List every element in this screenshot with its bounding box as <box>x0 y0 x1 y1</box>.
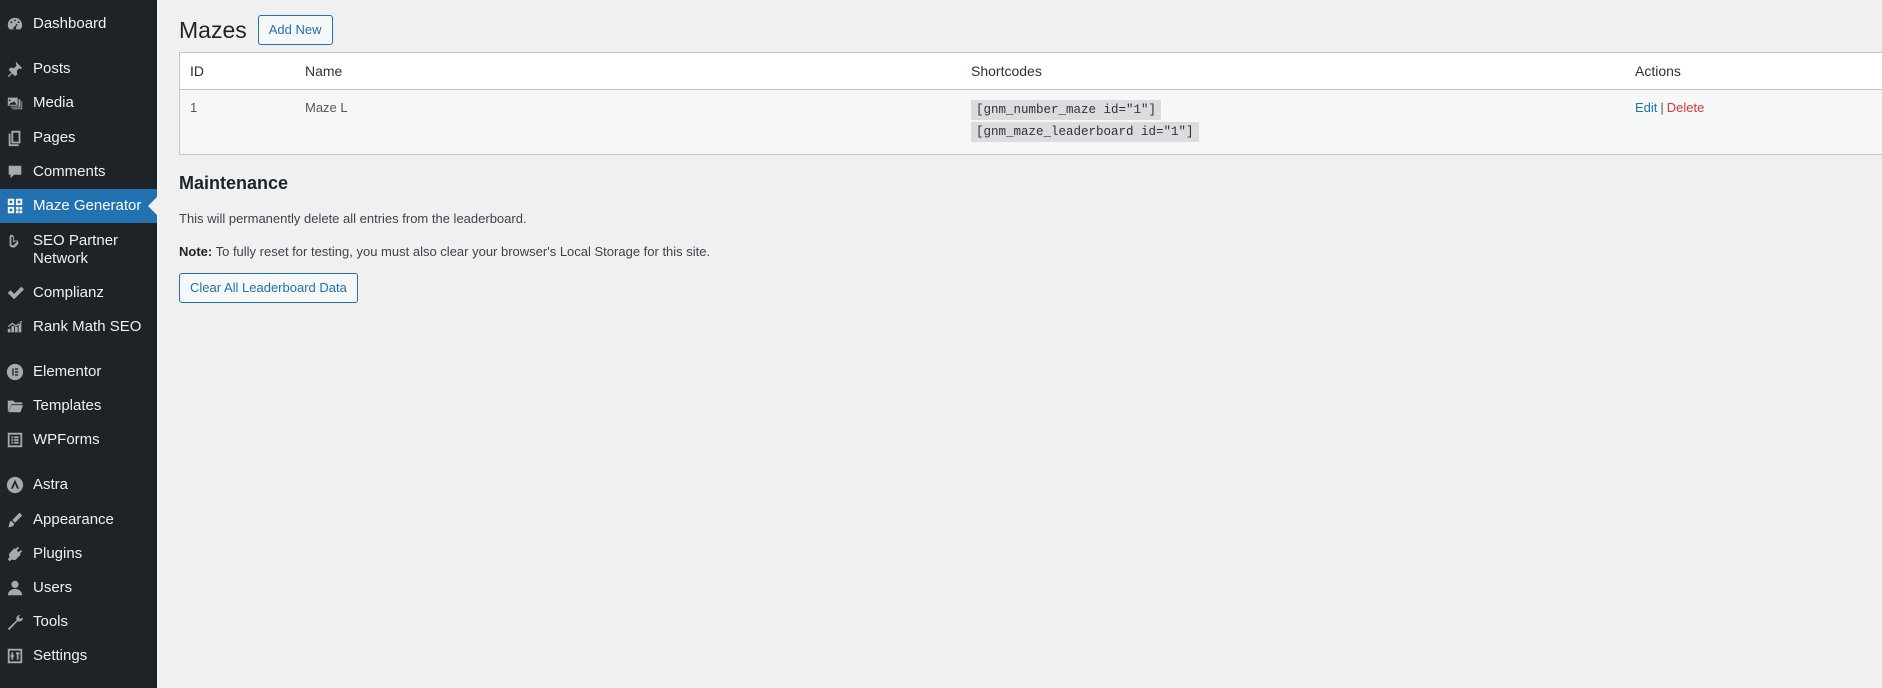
settings-icon <box>6 647 24 665</box>
sidebar-item-label: Comments <box>33 163 106 180</box>
sidebar-item-label: Appearance <box>33 511 114 528</box>
sidebar-item-seo-partner-network[interactable]: SEO Partner Network <box>0 226 157 278</box>
maintenance-heading: Maintenance <box>179 173 289 193</box>
admin-sidebar: Dashboard Posts Media Pages Comments Maz… <box>0 0 157 688</box>
note-label: Note: <box>179 244 213 259</box>
mazes-table: ID Name Shortcodes Actions 1 Maze L [gnm… <box>179 52 1882 155</box>
comment-icon <box>6 163 24 181</box>
sidebar-item-label: Plugins <box>33 545 83 562</box>
page-title: Mazes <box>179 17 247 43</box>
pages-icon <box>6 129 24 147</box>
sidebar-item-label: Users <box>33 579 73 596</box>
shortcode-number-maze[interactable]: [gnm_number_maze id="1"] <box>971 100 1162 120</box>
cell-shortcodes: [gnm_number_maze id="1"] [gnm_maze_leade… <box>961 89 1625 154</box>
sidebar-item-label: Pages <box>33 129 76 146</box>
sidebar-item-pages[interactable]: Pages <box>0 121 157 155</box>
sidebar-item-astra[interactable]: Astra <box>0 468 157 502</box>
grid-icon <box>6 197 24 215</box>
dashboard-icon <box>6 15 24 33</box>
sidebar-item-label: Media <box>33 94 74 111</box>
cell-actions: Edit | Delete <box>1625 89 1882 154</box>
astra-icon <box>6 476 24 494</box>
check-icon <box>6 284 24 302</box>
maintenance-description: This will permanently delete all entries… <box>179 211 527 226</box>
sidebar-item-media[interactable]: Media <box>0 86 157 120</box>
shortcode-leaderboard[interactable]: [gnm_maze_leaderboard id="1"] <box>971 122 1199 142</box>
sidebar-item-label: Templates <box>33 397 102 414</box>
sidebar-item-tools[interactable]: Tools <box>0 605 157 639</box>
page-header: Mazes Add New <box>179 14 333 46</box>
brush-icon <box>6 511 24 529</box>
add-new-button[interactable]: Add New <box>257 15 333 45</box>
edit-link[interactable]: Edit <box>1635 100 1657 115</box>
sidebar-item-label: SEO Partner Network <box>33 232 119 267</box>
sidebar-item-settings[interactable]: Settings <box>0 639 157 673</box>
note-text: To fully reset for testing, you must als… <box>212 244 711 259</box>
media-icon <box>6 94 24 112</box>
column-header-name[interactable]: Name <box>295 53 961 90</box>
sidebar-item-posts[interactable]: Posts <box>0 52 157 86</box>
pin-icon <box>6 60 24 78</box>
sidebar-item-label: Posts <box>33 60 71 77</box>
maintenance-note: Note: To fully reset for testing, you mu… <box>179 244 710 259</box>
sidebar-item-users[interactable]: Users <box>0 571 157 605</box>
sidebar-item-elementor[interactable]: Elementor <box>0 355 157 389</box>
sidebar-item-label: WPForms <box>33 431 100 448</box>
sidebar-item-comments[interactable]: Comments <box>0 155 157 189</box>
plug-icon <box>6 545 24 563</box>
sidebar-item-label: Dashboard <box>33 15 107 32</box>
column-header-shortcodes[interactable]: Shortcodes <box>961 53 1625 90</box>
leaf-icon <box>6 232 24 250</box>
cell-name: Maze L <box>295 89 961 154</box>
wrench-icon <box>6 613 24 631</box>
delete-link[interactable]: Delete <box>1667 100 1705 115</box>
sidebar-item-plugins[interactable]: Plugins <box>0 537 157 571</box>
sidebar-item-appearance[interactable]: Appearance <box>0 503 157 537</box>
sidebar-item-maze-generator[interactable]: Maze Generator <box>0 189 157 223</box>
elementor-icon <box>6 363 24 381</box>
sidebar-item-label: Elementor <box>33 363 102 380</box>
sidebar-item-templates[interactable]: Templates <box>0 389 157 423</box>
table-row: 1 Maze L [gnm_number_maze id="1"] [gnm_m… <box>180 89 1882 154</box>
forms-icon <box>6 431 24 449</box>
chart-icon <box>6 318 24 336</box>
sidebar-item-label: Tools <box>33 613 69 630</box>
sidebar-item-rank-math-seo[interactable]: Rank Math SEO <box>0 310 157 344</box>
sidebar-item-complianz[interactable]: Complianz <box>0 276 157 310</box>
user-icon <box>6 579 24 597</box>
main-content: Mazes Add New ID Name Shortcodes Actions… <box>179 0 1882 688</box>
table-header-row: ID Name Shortcodes Actions <box>180 53 1882 90</box>
column-header-actions[interactable]: Actions <box>1625 53 1882 90</box>
action-separator: | <box>1660 100 1664 115</box>
sidebar-item-label: Settings <box>33 647 88 664</box>
cell-id: 1 <box>180 89 295 154</box>
sidebar-item-wpforms[interactable]: WPForms <box>0 423 157 457</box>
sidebar-item-label: Complianz <box>33 284 104 301</box>
sidebar-item-label: Rank Math SEO <box>33 318 142 335</box>
sidebar-item-dashboard[interactable]: Dashboard <box>0 7 157 41</box>
column-header-id[interactable]: ID <box>180 53 295 90</box>
folder-icon <box>6 397 24 415</box>
sidebar-item-label: Astra <box>33 476 69 493</box>
clear-leaderboard-button[interactable]: Clear All Leaderboard Data <box>179 273 358 303</box>
sidebar-item-label: Maze Generator <box>33 197 142 214</box>
